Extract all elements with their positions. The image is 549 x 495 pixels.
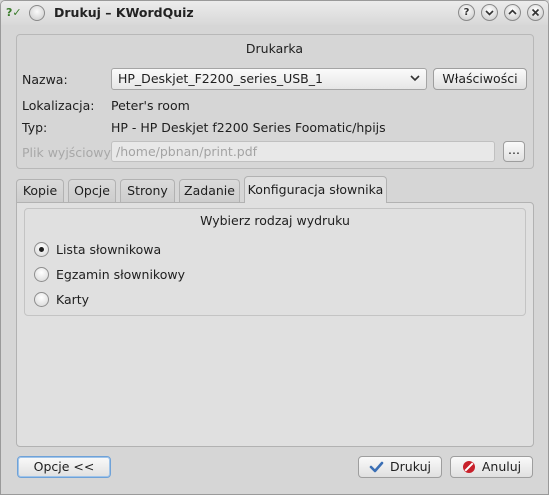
print-button-label: Drukuj bbox=[390, 459, 431, 474]
radio-lista-slownikowa[interactable] bbox=[34, 242, 49, 257]
check-icon bbox=[369, 460, 384, 480]
browse-button[interactable]: ... bbox=[503, 141, 525, 162]
window-title: Drukuj – KWordQuiz bbox=[54, 5, 194, 20]
cancel-icon bbox=[462, 460, 476, 480]
radio-egzamin-slownikowy[interactable] bbox=[34, 267, 49, 282]
kwordquiz-app-icon[interactable]: ?✓ bbox=[6, 5, 22, 21]
printer-name-combo[interactable]: HP_Deskjet_F2200_series_USB_1 bbox=[111, 68, 427, 90]
close-icon[interactable] bbox=[527, 4, 544, 21]
printer-name-label: Nazwa: bbox=[22, 72, 68, 87]
radio-label-lista-slownikowa[interactable]: Lista słownikowa bbox=[56, 242, 161, 257]
tab-konfiguracja-slownika[interactable]: Konfiguracja słownika bbox=[244, 176, 387, 203]
minimize-icon[interactable] bbox=[481, 4, 498, 21]
cancel-button-label: Anuluj bbox=[481, 459, 522, 474]
title-bar: ?✓ Drukuj – KWordQuiz ? bbox=[1, 1, 548, 25]
output-file-field[interactable]: /home/pbnan/print.pdf bbox=[111, 141, 495, 162]
radio-selected-dot bbox=[39, 247, 44, 252]
properties-button[interactable]: Właściwości bbox=[433, 68, 527, 90]
sticky-button[interactable] bbox=[29, 5, 45, 21]
help-icon[interactable]: ? bbox=[458, 4, 475, 21]
print-button[interactable]: Drukuj bbox=[358, 456, 442, 478]
printer-name-value: HP_Deskjet_F2200_series_USB_1 bbox=[118, 71, 323, 86]
tab-kopie[interactable]: Kopie bbox=[16, 179, 64, 202]
location-label: Lokalizacja: bbox=[22, 98, 95, 113]
chevron-down-icon bbox=[408, 71, 422, 85]
maximize-icon[interactable] bbox=[504, 4, 521, 21]
printer-group-title: Drukarka bbox=[245, 41, 304, 56]
print-type-title: Wybierz rodzaj wydruku bbox=[200, 213, 350, 228]
print-dialog-window: ?✓ Drukuj – KWordQuiz ? Drukarka Nazwa: … bbox=[0, 0, 549, 495]
location-value: Peter's room bbox=[111, 98, 190, 113]
options-toggle-button[interactable]: Opcje << bbox=[17, 456, 111, 478]
radio-label-karty[interactable]: Karty bbox=[56, 292, 89, 307]
radio-label-egzamin-slownikowy[interactable]: Egzamin słownikowy bbox=[56, 267, 185, 282]
tab-zadanie[interactable]: Zadanie bbox=[179, 179, 240, 202]
radio-karty[interactable] bbox=[34, 292, 49, 307]
type-label: Typ: bbox=[22, 120, 48, 135]
tab-strony[interactable]: Strony bbox=[120, 179, 175, 202]
cancel-button[interactable]: Anuluj bbox=[450, 456, 533, 478]
output-file-label: Plik wyjściowy: bbox=[22, 145, 115, 160]
tab-opcje[interactable]: Opcje bbox=[68, 179, 116, 202]
type-value: HP - HP Deskjet f2200 Series Foomatic/hp… bbox=[111, 120, 386, 135]
